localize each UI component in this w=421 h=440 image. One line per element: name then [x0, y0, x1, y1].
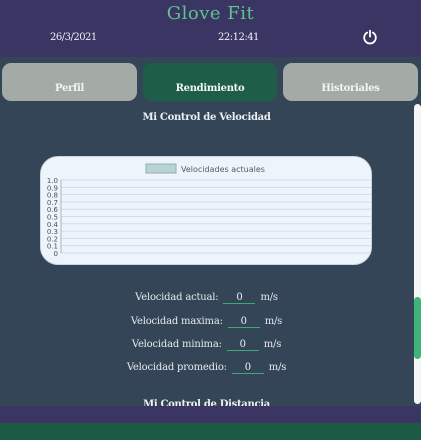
legend-label: Velocidades actuales [181, 165, 265, 174]
stat-unit: m/s [263, 339, 282, 350]
stat-value: 0 [226, 339, 259, 351]
tab-rendimiento[interactable]: Rendimiento [143, 63, 277, 101]
footer-accent-bar [0, 423, 421, 440]
stat-unit: m/s [268, 362, 287, 373]
stat-label: Velocidad actual: [135, 292, 219, 303]
stat-value: 0 [227, 316, 260, 328]
stat-row-promedio: Velocidad promedio: 0 m/s [0, 362, 413, 374]
stat-unit: m/s [260, 292, 278, 303]
tab-perfil[interactable]: Perfil [2, 63, 137, 101]
speed-chart: Velocidades actuales 1.0 0.9 0.8 0.7 0.6 0.5 0.… [40, 156, 372, 265]
stat-value: 0 [223, 292, 256, 304]
stat-label: Velocidad promedio: [126, 362, 227, 373]
section-title: Mi Control de Velocidad [142, 112, 271, 123]
tab-historiales[interactable]: Historiales [283, 63, 418, 101]
app-title: Glove Fit [166, 3, 255, 24]
stat-unit: m/s [264, 316, 283, 327]
power-icon[interactable] [362, 29, 378, 45]
stat-row-maxima: Velocidad maxima: 0 m/s [0, 316, 413, 328]
time-label: 22:12:41 [218, 32, 259, 43]
speed-chart-svg: Velocidades actuales1.00.90.80.70.60.50.… [47, 163, 371, 258]
stat-value: 0 [231, 362, 264, 374]
stat-label: Velocidad maxima: [130, 316, 223, 327]
stat-row-actual: Velocidad actual: 0 m/s [0, 292, 413, 304]
stat-row-minima: Velocidad minima: 0 m/s [0, 339, 413, 351]
y-tick-label: 0 [54, 250, 58, 258]
scrollbar-rail[interactable] [414, 104, 421, 404]
footer-bar [0, 406, 421, 423]
date-label: 26/3/2021 [50, 32, 97, 43]
legend-swatch[interactable] [145, 163, 177, 174]
stat-label: Velocidad minima: [131, 339, 222, 350]
scrollbar-thumb[interactable] [414, 297, 421, 359]
